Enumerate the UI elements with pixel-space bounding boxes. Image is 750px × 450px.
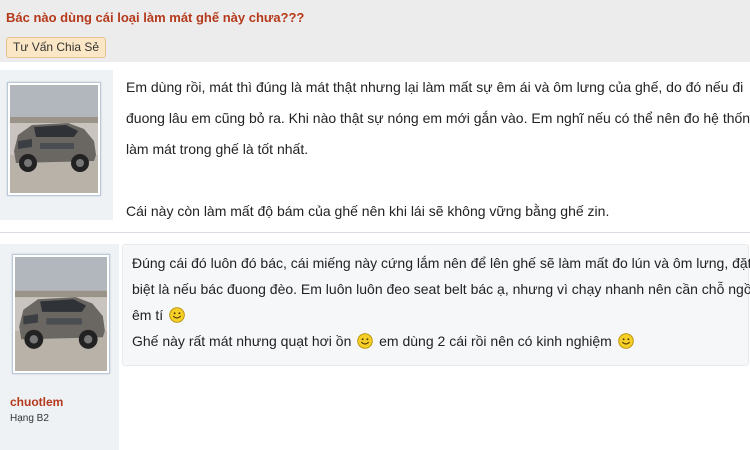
prefix-tag[interactable]: Tư Vấn Chia Sẻ	[6, 37, 107, 58]
username-link[interactable]: chuotlem	[10, 395, 63, 409]
post-1: Em dùng rồi, mát thì đúng là mát thật nh…	[0, 70, 750, 220]
avatar[interactable]	[7, 82, 101, 196]
post-divider	[0, 232, 750, 233]
smile-emoji-icon	[169, 307, 185, 323]
smile-emoji-icon	[618, 333, 634, 349]
message-line: Cái này còn làm mất độ bám của ghế nên k…	[126, 203, 610, 219]
message-line: êm tí	[132, 302, 738, 328]
smile-emoji-icon	[357, 333, 373, 349]
message-body: Đúng cái đó luôn đó bác, cái miếng này c…	[132, 250, 750, 354]
message-line: Em dùng rồi, mát thì đúng là mát thật nh…	[126, 79, 744, 95]
message-text: êm tí	[132, 307, 164, 323]
message-line: Đúng cái đó luôn đó bác, cái miếng này c…	[132, 255, 750, 271]
post-2: chuotlem Hạng B2 Đúng cái đó luôn đó bác…	[0, 244, 750, 450]
message-line: đuong lâu em cũng bỏ ra. Khi nào thật sự…	[126, 110, 750, 126]
message-line: làm mát trong ghế là tốt nhất.	[126, 141, 309, 157]
thread-title: Bác nào dùng cái loại làm mát ghế này ch…	[6, 10, 305, 25]
thread-header: Bác nào dùng cái loại làm mát ghế này ch…	[0, 0, 750, 62]
avatar[interactable]	[12, 254, 110, 374]
message-body: Em dùng rồi, mát thì đúng là mát thật nh…	[126, 72, 750, 227]
user-panel	[0, 70, 113, 220]
user-panel: chuotlem Hạng B2	[0, 244, 119, 450]
car-avatar-image	[15, 257, 107, 371]
message-line: biệt là nếu bác đuong đèo. Em luôn luôn …	[132, 281, 750, 297]
message-line	[126, 165, 738, 196]
car-avatar-image	[10, 85, 98, 193]
message-line: Ghế này rất mát nhưng quạt hơi ồn em dùn…	[132, 328, 738, 354]
user-rank: Hạng B2	[10, 413, 49, 424]
message-text: em dùng 2 cái rồi nên có kinh nghiệm	[379, 333, 612, 349]
message-text: Ghế này rất mát nhưng quạt hơi ồn	[132, 333, 352, 349]
